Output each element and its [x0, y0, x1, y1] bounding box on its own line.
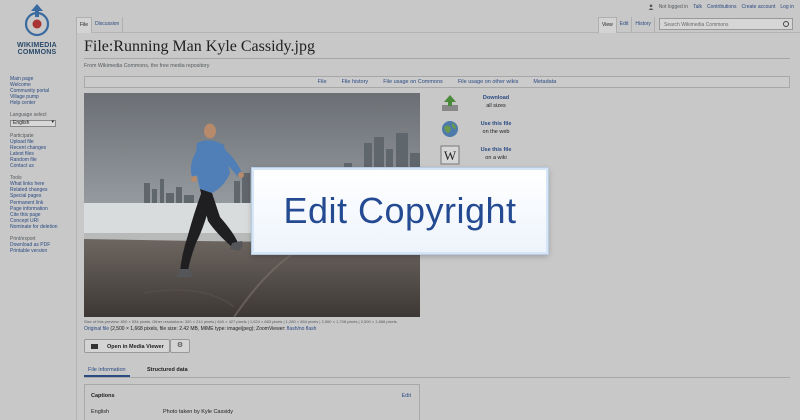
sidebar-item-nominate-for-deletion[interactable]: Nominate for deletion	[10, 224, 74, 230]
svg-text:W: W	[444, 148, 457, 163]
sidebar-item-help-center[interactable]: Help center	[10, 100, 74, 106]
media-viewer-icon	[91, 344, 98, 349]
logo-line1: WIKIMEDIA	[17, 42, 57, 49]
page-subtitle: From Wikimedia Commons, the free media r…	[84, 63, 210, 69]
view-tabs: View Edit History	[598, 17, 655, 33]
nav-metadata[interactable]: Metadata	[533, 79, 556, 87]
talk-link[interactable]: Talk	[693, 4, 702, 10]
media-viewer-settings-button[interactable]: ⚙	[170, 339, 190, 353]
sidebar-item-contact-us[interactable]: Contact us	[10, 163, 74, 169]
create-account-link[interactable]: Create account	[741, 4, 775, 10]
info-tabs: File information Structured data	[84, 364, 790, 378]
tab-view[interactable]: View	[598, 17, 617, 33]
original-file-details: (2,500 × 1,668 pixels, file size: 2.42 M…	[109, 326, 287, 332]
download-row[interactable]: Download all sizes	[440, 93, 530, 118]
log-in-link[interactable]: Log in	[780, 4, 794, 10]
tab-edit[interactable]: Edit	[617, 17, 633, 33]
edit-copyright-overlay: Edit Copyright	[252, 168, 548, 254]
tab-file[interactable]: File	[76, 17, 93, 33]
contributions-link[interactable]: Contributions	[707, 4, 736, 10]
file-usage-panel: Download all sizes Use this file on the we…	[440, 93, 530, 171]
language-select[interactable]: English	[10, 119, 56, 127]
captions-edit-link[interactable]: Edit	[402, 393, 411, 399]
commons-logo-icon	[24, 4, 50, 37]
open-media-viewer-button[interactable]: Open in Media Viewer	[84, 339, 170, 353]
language-select-label: Language select	[10, 112, 47, 119]
original-file-info: Original file (2,500 × 1,668 pixels, fil…	[84, 326, 316, 332]
personal-tools: Not logged in Talk Contributions Create …	[648, 4, 794, 10]
user-icon	[648, 4, 654, 10]
caption-value: Photo taken by Kyle Cassidy	[163, 409, 234, 415]
open-media-viewer-label: Open in Media Viewer	[107, 344, 164, 350]
original-file-link[interactable]: Original file	[84, 326, 109, 332]
nav-file-usage-commons[interactable]: File usage on Commons	[383, 79, 443, 87]
use-on-web-row[interactable]: Use this file on the web	[440, 119, 530, 144]
tab-discussion[interactable]: Discussion	[92, 17, 124, 33]
wikimedia-commons-logo[interactable]: WIKIMEDIA COMMONS	[10, 2, 64, 66]
sidebar-item-printable-version[interactable]: Printable version	[10, 248, 74, 254]
flash-toggle-link[interactable]: flash/no flash	[287, 326, 316, 332]
caption-language: English	[91, 409, 110, 415]
language-select-value: English	[13, 119, 30, 126]
file-section-nav: File File history File usage on Commons …	[84, 76, 790, 88]
download-label[interactable]: Download	[466, 95, 526, 101]
captions-box: Captions Edit English Photo taken by Kyl…	[84, 384, 420, 420]
globe-icon	[442, 121, 458, 137]
nav-file-usage-other-wikis[interactable]: File usage on other wikis	[458, 79, 519, 87]
namespace-tabs: File Discussion	[76, 17, 124, 33]
preview-size-info: Size of this preview: 800 × 534 pixels. …	[84, 319, 398, 324]
use-on-web-label[interactable]: Use this file	[466, 121, 526, 127]
tab-structured-data[interactable]: Structured data	[147, 367, 188, 373]
use-on-wiki-row[interactable]: W Use this file on a wiki	[440, 145, 530, 170]
gear-icon: ⚙	[176, 342, 184, 349]
search-placeholder: Search Wikimedia Commons	[664, 22, 729, 28]
use-on-wiki-sublabel: on a wiki	[485, 155, 507, 161]
sidebar: Main page Welcome Community portal Villa…	[10, 76, 74, 254]
not-logged-in-label: Not logged in	[658, 4, 689, 10]
download-icon	[442, 95, 458, 111]
nav-file[interactable]: File	[318, 79, 327, 87]
tab-history[interactable]: History	[632, 17, 655, 33]
nav-file-history[interactable]: File history	[342, 79, 369, 87]
overlay-title: Edit Copyright	[283, 190, 517, 231]
tab-file-information[interactable]: File information	[84, 367, 130, 377]
download-sublabel: all sizes	[486, 103, 506, 109]
page-title: File:Running Man Kyle Cassidy.jpg	[84, 38, 315, 55]
use-on-wiki-label[interactable]: Use this file	[466, 147, 526, 153]
search-icon[interactable]	[783, 21, 789, 27]
captions-heading: Captions	[91, 393, 115, 399]
use-on-web-sublabel: on the web	[482, 129, 510, 135]
wikipedia-icon: W	[440, 145, 460, 165]
title-divider	[84, 58, 790, 59]
logo-line2: COMMONS	[17, 49, 57, 56]
search-input[interactable]: Search Wikimedia Commons	[659, 18, 793, 30]
